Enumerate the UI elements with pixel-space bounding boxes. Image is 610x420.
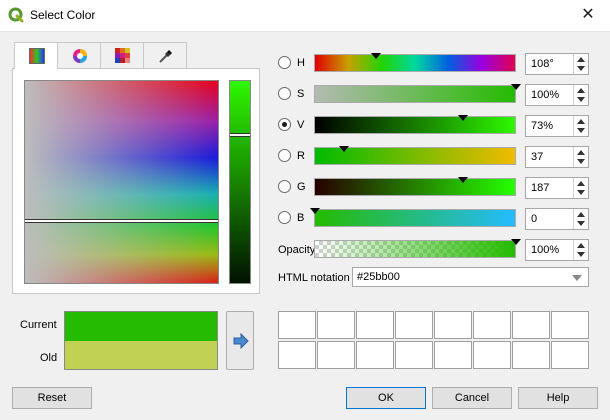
- slider-h[interactable]: [314, 53, 516, 72]
- custom-swatch-slot[interactable]: [278, 341, 316, 369]
- color-ramp-icon: [29, 48, 45, 64]
- custom-swatch-slot[interactable]: [395, 311, 433, 339]
- spin-arrows-b[interactable]: [573, 209, 588, 229]
- slider-b-marker: [310, 208, 320, 214]
- color-ramp-tab[interactable]: [14, 42, 58, 69]
- spin-arrows-s[interactable]: [573, 85, 588, 105]
- chevron-down-icon[interactable]: [572, 275, 582, 281]
- sampler-tab[interactable]: [143, 42, 187, 68]
- window-title: Select Color: [30, 8, 96, 22]
- label-h: H: [297, 57, 305, 69]
- slider-r-marker: [339, 146, 349, 152]
- spin-arrows-h[interactable]: [573, 54, 588, 74]
- opacity-spin-arrows[interactable]: [573, 240, 588, 260]
- radio-v[interactable]: [278, 118, 291, 131]
- color-area[interactable]: [24, 80, 219, 284]
- slider-h-marker: [371, 53, 381, 59]
- custom-swatch-slot[interactable]: [317, 311, 355, 339]
- radio-g[interactable]: [278, 180, 291, 193]
- radio-r[interactable]: [278, 149, 291, 162]
- ok-button[interactable]: OK: [346, 387, 426, 409]
- help-button[interactable]: Help: [518, 387, 598, 409]
- slider-b[interactable]: [310, 208, 516, 227]
- cancel-button[interactable]: Cancel: [432, 387, 512, 409]
- slider-r[interactable]: [314, 146, 516, 165]
- spin-arrows-g[interactable]: [573, 178, 588, 198]
- current-color-preview: [64, 311, 218, 341]
- html-notation-value: #25bb00: [357, 271, 400, 283]
- spinbox-h[interactable]: 108°: [525, 53, 589, 75]
- custom-swatch-slot[interactable]: [512, 311, 550, 339]
- spinbox-v[interactable]: 73%: [525, 115, 589, 137]
- value-g: 187: [531, 182, 550, 194]
- value-s: 100%: [531, 89, 560, 101]
- value-ramp-marker: [230, 133, 250, 137]
- html-notation-label: HTML notation: [278, 272, 350, 284]
- old-color-preview[interactable]: [64, 341, 218, 370]
- spinbox-b[interactable]: 0: [525, 208, 589, 230]
- label-s: S: [297, 88, 305, 100]
- label-b: B: [297, 212, 305, 224]
- current-label: Current: [20, 319, 57, 331]
- label-r: R: [297, 150, 305, 162]
- slider-s[interactable]: [314, 84, 521, 103]
- reset-button[interactable]: Reset: [12, 387, 92, 409]
- color-wheel-icon: [73, 49, 87, 63]
- radio-h[interactable]: [278, 56, 291, 69]
- qgis-logo-icon: [8, 7, 24, 23]
- custom-swatch-slot[interactable]: [395, 341, 433, 369]
- slider-g[interactable]: [314, 177, 516, 196]
- custom-swatch-slot[interactable]: [356, 341, 394, 369]
- spin-arrows-r[interactable]: [573, 147, 588, 167]
- value-h: 108°: [531, 58, 554, 70]
- spinbox-g[interactable]: 187: [525, 177, 589, 199]
- eyedropper-icon: [159, 50, 172, 63]
- opacity-slider-marker: [511, 239, 521, 245]
- custom-swatch-slot[interactable]: [317, 341, 355, 369]
- apply-color-button[interactable]: [226, 311, 254, 370]
- spin-arrows-v[interactable]: [573, 116, 588, 136]
- html-notation-input[interactable]: #25bb00: [352, 267, 589, 287]
- value-v: 73%: [531, 120, 554, 132]
- custom-swatch-slot[interactable]: [512, 341, 550, 369]
- swatches-grid-icon: [115, 48, 130, 63]
- custom-swatch-slot[interactable]: [473, 341, 511, 369]
- color-picker-panel: [12, 68, 260, 294]
- custom-swatch-slot[interactable]: [551, 311, 589, 339]
- arrow-right-icon: [233, 333, 249, 349]
- custom-swatch-slot[interactable]: [551, 341, 589, 369]
- custom-swatch-slot[interactable]: [434, 311, 472, 339]
- label-v: V: [297, 119, 305, 131]
- spinbox-s[interactable]: 100%: [525, 84, 589, 106]
- custom-swatch-slot[interactable]: [434, 341, 472, 369]
- value-r: 37: [531, 151, 544, 163]
- opacity-label: Opacity: [278, 244, 316, 256]
- opacity-slider[interactable]: [314, 239, 521, 258]
- custom-swatch-slot[interactable]: [356, 311, 394, 339]
- opacity-value: 100%: [531, 244, 560, 256]
- slider-v-marker: [458, 115, 468, 121]
- old-label: Old: [40, 352, 58, 364]
- close-icon[interactable]: ✕: [576, 4, 600, 26]
- color-wheel-tab[interactable]: [57, 42, 101, 68]
- value-b: 0: [531, 213, 538, 225]
- custom-swatch-slot[interactable]: [473, 311, 511, 339]
- value-ramp[interactable]: [229, 80, 251, 284]
- radio-b[interactable]: [278, 211, 291, 224]
- label-g: G: [297, 181, 306, 193]
- radio-s[interactable]: [278, 87, 291, 100]
- color-area-crosshair: [25, 219, 218, 223]
- slider-g-marker: [458, 177, 468, 183]
- swatches-tab[interactable]: [100, 42, 144, 68]
- custom-swatch-slot[interactable]: [278, 311, 316, 339]
- slider-s-marker: [511, 84, 521, 90]
- opacity-spinbox[interactable]: 100%: [525, 239, 589, 261]
- spinbox-r[interactable]: 37: [525, 146, 589, 168]
- slider-v[interactable]: [314, 115, 516, 134]
